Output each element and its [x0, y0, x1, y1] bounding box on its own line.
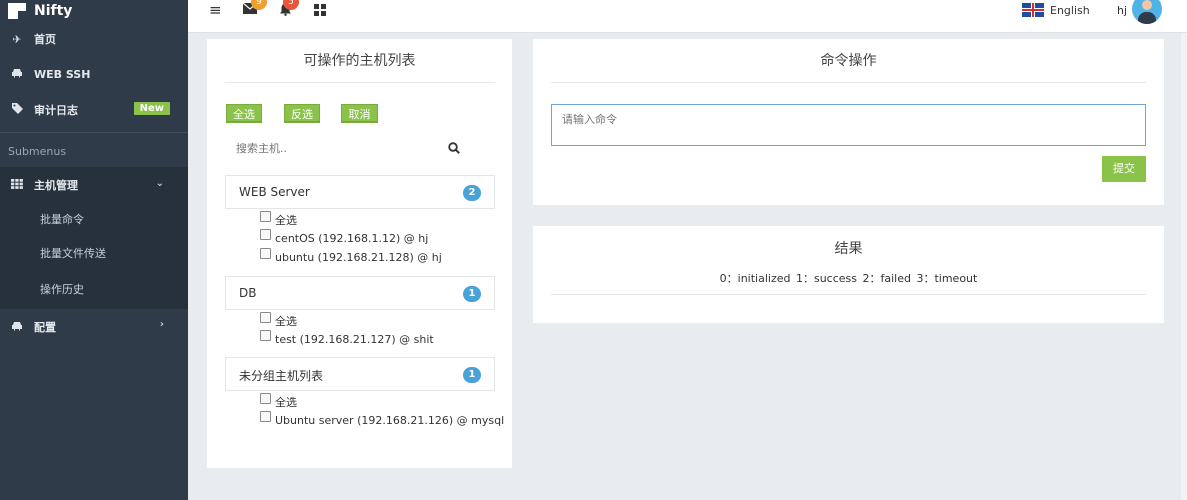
sidebar-item-web-ssh[interactable]: WEB SSH: [0, 56, 188, 92]
hamburger-menu-icon[interactable]: ≡: [209, 1, 222, 19]
notify-count-badge: 5: [283, 0, 299, 10]
sidebar-item-audit-log[interactable]: 审计日志 New: [0, 92, 188, 128]
checkbox[interactable]: [260, 411, 271, 422]
avatar[interactable]: [1132, 0, 1162, 24]
grid-icon: [10, 178, 24, 192]
chevron-right-icon: ›: [159, 319, 164, 330]
group-name: DB: [239, 286, 257, 300]
cancel-selection-button[interactable]: 取消: [341, 104, 378, 123]
sidebar: Nifty ✈ 首页 WEB SSH 审计日志 New Submenus 主机管…: [0, 0, 188, 500]
sidebar-item-home[interactable]: ✈ 首页: [0, 22, 188, 56]
language-selector[interactable]: English: [1050, 4, 1090, 17]
sidebar-item-label: 首页: [34, 33, 56, 46]
command-input[interactable]: [551, 104, 1146, 146]
car-icon: [10, 321, 24, 334]
host-label: ubuntu (192.168.21.128) @ hj: [275, 251, 442, 264]
checkbox[interactable]: [260, 229, 271, 240]
uk-flag-icon[interactable]: [1022, 3, 1044, 17]
sidebar-subitem-operation-history[interactable]: 操作历史: [0, 271, 188, 309]
sidebar-item-config[interactable]: 配置 ›: [0, 309, 188, 345]
group-name: 未分组主机列表: [239, 369, 324, 383]
checkbox[interactable]: [260, 392, 271, 404]
group-count-badge: 1: [463, 367, 481, 383]
host-group-db[interactable]: DB 1: [225, 276, 495, 310]
result-panel-title: 结果: [834, 241, 863, 257]
username[interactable]: hj: [1117, 4, 1127, 17]
sidebar-item-host-management[interactable]: 主机管理 ⌄: [0, 167, 188, 203]
command-panel-title: 命令操作: [820, 53, 877, 69]
host-label: centOS (192.168.1.12) @ hj: [275, 232, 429, 245]
host-checkbox-row[interactable]: Ubuntu server (192.168.21.126) @ mysql: [260, 411, 505, 427]
host-group-ungrouped[interactable]: 未分组主机列表 1: [225, 357, 495, 391]
host-checkbox-row[interactable]: test (192.168.21.127) @ shit: [260, 330, 434, 346]
group-name: WEB Server: [239, 185, 310, 199]
sidebar-item-label: 审计日志: [34, 104, 78, 117]
topbar: ≡ 9 5 English hj: [188, 0, 1187, 33]
checkbox[interactable]: [260, 330, 271, 341]
mail-count-badge: 9: [251, 0, 267, 10]
checkbox[interactable]: [260, 248, 271, 259]
car-icon: [10, 68, 24, 81]
nifty-logo-icon: [8, 3, 26, 19]
divider: [0, 132, 188, 133]
host-label: test (192.168.21.127) @ shit: [275, 333, 434, 346]
host-search-input[interactable]: [236, 142, 436, 155]
sidebar-item-label: 主机管理: [34, 179, 78, 192]
sidebar-subitem-batch-command[interactable]: 批量命令: [0, 203, 188, 237]
checkbox[interactable]: [260, 311, 271, 323]
scrollbar[interactable]: [1181, 33, 1187, 500]
grid-apps-icon[interactable]: [314, 4, 326, 20]
invert-selection-button[interactable]: 反选: [284, 104, 320, 123]
sidebar-item-label: 配置: [34, 321, 56, 334]
divider: [551, 294, 1146, 295]
host-list-title: 可操作的主机列表: [303, 53, 416, 69]
sidebar-item-label: WEB SSH: [34, 67, 91, 81]
sidebar-subitem-batch-file-transfer[interactable]: 批量文件传送: [0, 237, 188, 271]
submenus-label: Submenus: [8, 145, 67, 158]
host-group-web-server[interactable]: WEB Server 2: [225, 175, 495, 209]
group-select-all-checkbox[interactable]: 全选: [260, 392, 297, 410]
group-count-badge: 2: [463, 185, 481, 201]
divider: [225, 82, 495, 83]
checkbox-label: 全选: [275, 396, 297, 409]
tag-icon: [10, 103, 24, 117]
group-select-all-checkbox[interactable]: 全选: [260, 210, 297, 228]
checkbox[interactable]: [260, 210, 271, 222]
host-checkbox-row[interactable]: ubuntu (192.168.21.128) @ hj: [260, 248, 442, 264]
brand[interactable]: Nifty: [0, 0, 188, 22]
status-legend: 0：initialized 1：success 2：failed 3：timeo…: [719, 272, 978, 285]
search-icon[interactable]: [448, 142, 460, 154]
chevron-down-icon: ⌄: [155, 178, 164, 189]
brand-name: Nifty: [34, 3, 73, 19]
checkbox-label: 全选: [275, 315, 297, 328]
select-all-button[interactable]: 全选: [226, 104, 262, 123]
group-count-badge: 1: [463, 286, 481, 302]
new-badge: New: [133, 102, 170, 115]
host-checkbox-row[interactable]: centOS (192.168.1.12) @ hj: [260, 229, 429, 245]
divider: [551, 82, 1146, 83]
checkbox-label: 全选: [275, 214, 297, 227]
plane-icon: ✈: [12, 32, 22, 46]
host-label: Ubuntu server (192.168.21.126) @ mysql: [275, 414, 505, 427]
group-select-all-checkbox[interactable]: 全选: [260, 311, 297, 329]
submit-button[interactable]: 提交: [1102, 156, 1146, 182]
